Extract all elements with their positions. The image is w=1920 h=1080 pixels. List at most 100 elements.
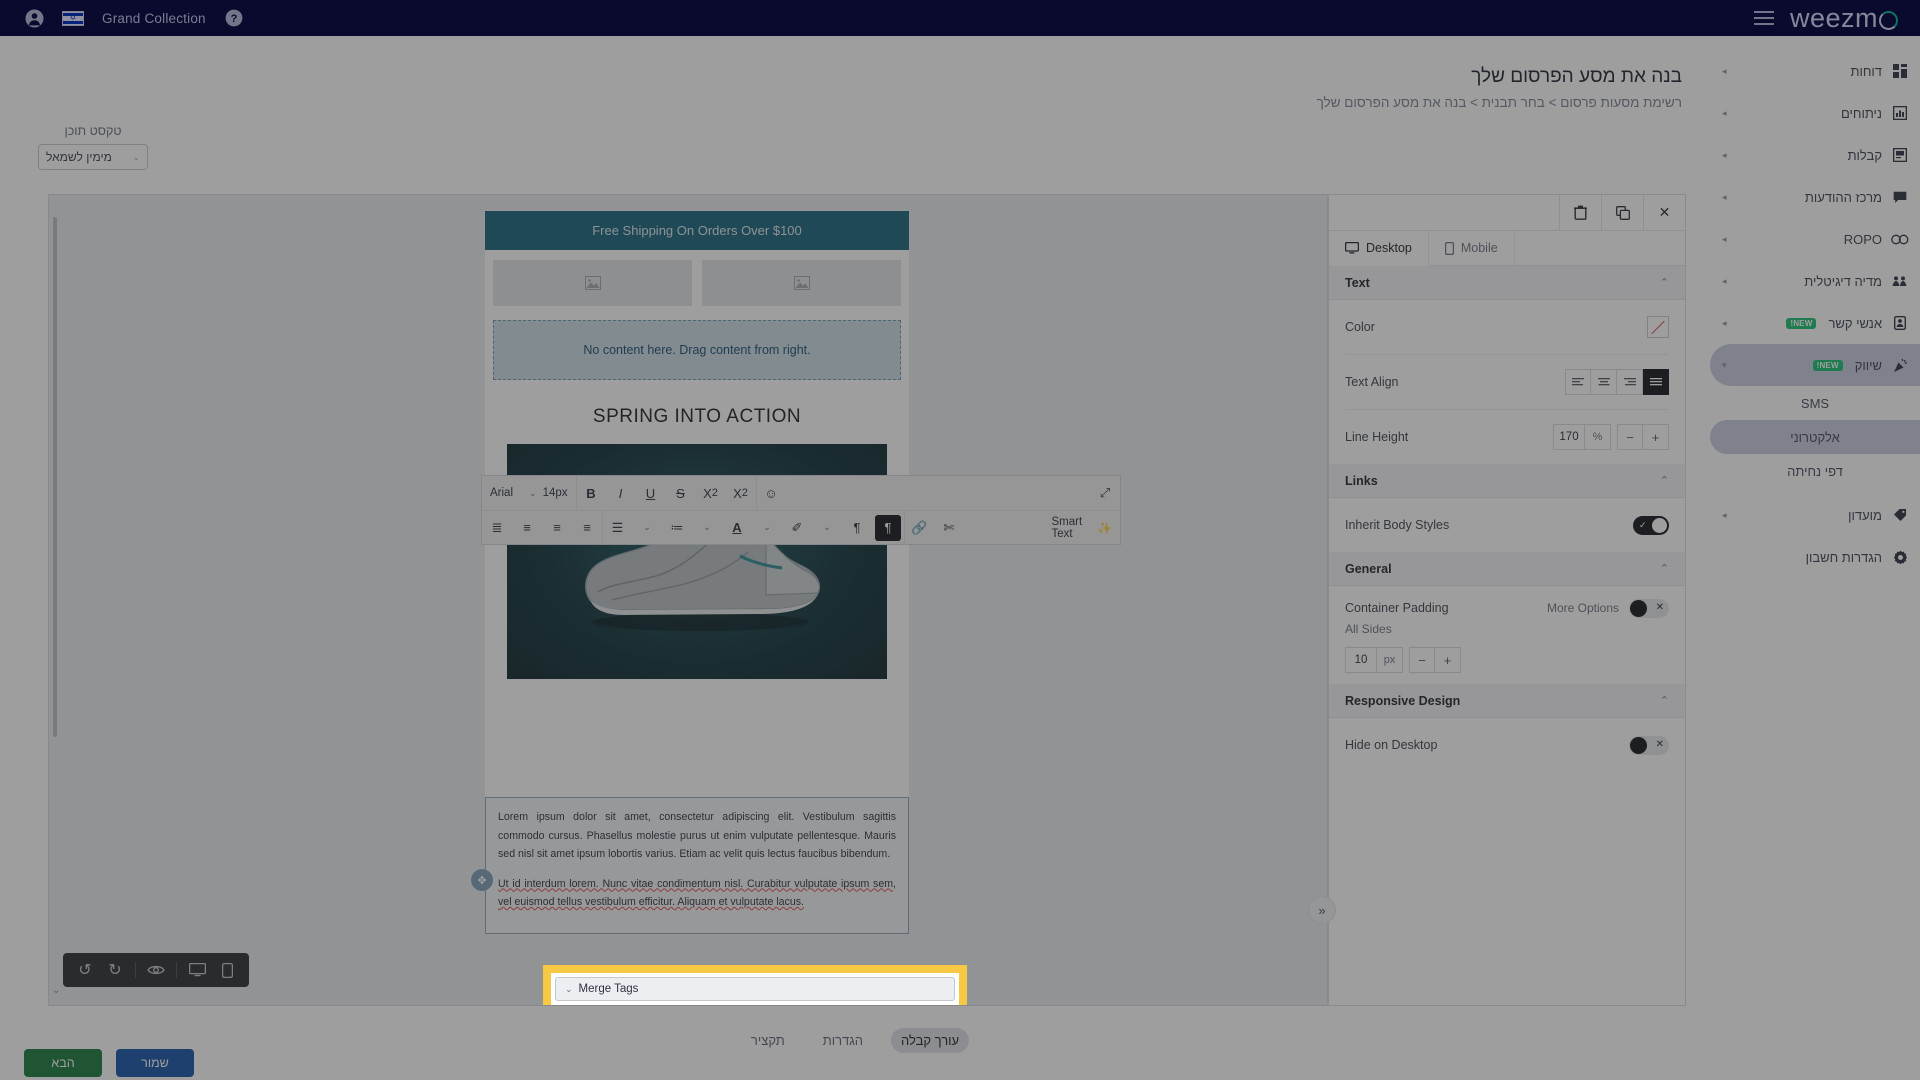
- sidebar-item-ropo[interactable]: ROPO ◂: [1710, 218, 1920, 260]
- editor-float-toolbar[interactable]: ↺ ↻: [63, 953, 249, 987]
- align-justify-button[interactable]: [1643, 369, 1669, 395]
- section-text-header[interactable]: Text ⌃: [1329, 266, 1685, 300]
- redo-icon[interactable]: ↻: [101, 953, 129, 987]
- email-editor-canvas[interactable]: ⌄ Free Shipping On Orders Over $100 .No …: [48, 194, 1328, 1006]
- image-placeholder-icon[interactable]: [493, 260, 692, 306]
- help-circle-icon[interactable]: ?: [224, 8, 244, 28]
- align-right-button[interactable]: [1617, 369, 1643, 395]
- more-options-label: More Options: [1546, 601, 1619, 615]
- font-family-select[interactable]: Arial: [482, 476, 521, 510]
- padding-decrement[interactable]: −: [1409, 647, 1435, 673]
- clear-format-icon[interactable]: ✄: [934, 511, 964, 545]
- highlight-color-icon[interactable]: ✐: [782, 511, 812, 545]
- padding-increment[interactable]: +: [1435, 647, 1461, 673]
- sidebar-item-analytics[interactable]: ניתוחים ◂: [1710, 92, 1920, 134]
- sidebar-item-account-settings[interactable]: הגדרות חשבון: [1710, 536, 1920, 578]
- collapse-panel-button[interactable]: »: [1308, 896, 1336, 924]
- rtl-direction-icon[interactable]: ¶: [875, 514, 901, 541]
- undo-icon[interactable]: ↺: [71, 953, 99, 987]
- promo-banner[interactable]: Free Shipping On Orders Over $100: [485, 211, 909, 250]
- tab-receipt-editor[interactable]: עורך קבלה: [890, 1028, 970, 1053]
- sidebar-item-marketing[interactable]: שיווק NEW! ▾: [1710, 344, 1920, 386]
- hide-on-desktop-toggle[interactable]: ✕: [1629, 735, 1669, 755]
- bold-icon[interactable]: B: [575, 476, 606, 510]
- tab-settings[interactable]: הגדרות: [813, 1028, 873, 1053]
- drop-zone[interactable]: .No content here. Drag content from righ…: [493, 320, 901, 380]
- underline-icon[interactable]: U: [636, 476, 666, 510]
- chevron-left-icon: ◂: [1722, 65, 1727, 76]
- align-justify-icon[interactable]: ≣: [482, 511, 512, 545]
- sidebar-subitem-sms[interactable]: SMS: [1710, 386, 1920, 420]
- canvas-scrollbar[interactable]: [53, 203, 57, 983]
- text-color-swatch[interactable]: [1647, 316, 1669, 338]
- line-height-increment[interactable]: +: [1643, 424, 1669, 450]
- more-options-toggle[interactable]: ✕: [1629, 598, 1669, 618]
- marketing-icon: [1890, 358, 1910, 373]
- align-right-icon[interactable]: ≡: [542, 511, 572, 545]
- chevron-down-icon[interactable]: ⌄: [692, 511, 722, 545]
- format-painter-icon[interactable]: ⤢: [1090, 476, 1120, 510]
- drag-handle-icon[interactable]: ✥: [471, 869, 493, 891]
- ordered-list-icon[interactable]: ≔: [662, 511, 692, 545]
- desktop-view-icon[interactable]: [183, 953, 211, 987]
- sidebar-item-reports[interactable]: דוחות ◂: [1710, 50, 1920, 92]
- section-links-header[interactable]: Links ⌃: [1329, 464, 1685, 498]
- preview-eye-icon[interactable]: [142, 953, 170, 987]
- sidebar-subitem-landing-pages[interactable]: דפי נחיתה: [1710, 454, 1920, 488]
- sidebar-item-contacts[interactable]: אנשי קשר NEW! ◂: [1710, 302, 1920, 344]
- text-content-block[interactable]: Lorem ipsum dolor sit amet, consectetur …: [485, 797, 909, 934]
- unordered-list-icon[interactable]: ☰: [602, 510, 632, 545]
- align-center-button[interactable]: [1591, 369, 1617, 395]
- save-button[interactable]: שמור: [116, 1049, 194, 1077]
- sidebar-item-digital-media[interactable]: מדיה דיגיטלית ◂: [1710, 260, 1920, 302]
- link-icon[interactable]: 🔗: [904, 510, 934, 545]
- font-color-icon[interactable]: A: [722, 511, 752, 545]
- chevron-down-icon[interactable]: ⌄: [812, 511, 842, 545]
- email-headline[interactable]: SPRING INTO ACTION: [485, 380, 909, 444]
- image-placeholder-icon[interactable]: [702, 260, 901, 306]
- sidebar-item-receipts[interactable]: קבלות ◂: [1710, 134, 1920, 176]
- delete-button[interactable]: [1559, 195, 1601, 230]
- tab-desktop[interactable]: Desktop: [1329, 231, 1429, 266]
- chevron-down-icon[interactable]: ⌄: [632, 511, 662, 545]
- section-general-header[interactable]: General ⌃: [1329, 552, 1685, 586]
- align-center-icon[interactable]: ≡: [512, 511, 542, 545]
- align-left-button[interactable]: [1565, 369, 1591, 395]
- row-text-color: Color: [1329, 300, 1685, 354]
- next-button[interactable]: הבא: [24, 1049, 102, 1077]
- infinity-icon: [1890, 234, 1910, 245]
- duplicate-button[interactable]: [1601, 195, 1643, 230]
- line-height-decrement[interactable]: −: [1617, 424, 1643, 450]
- smart-text-button[interactable]: Smart Text ✨: [1043, 516, 1120, 540]
- line-height-input[interactable]: 170: [1553, 424, 1585, 450]
- emoji-icon[interactable]: ☺: [755, 476, 786, 510]
- sidebar-item-message-center[interactable]: מרכז ההודעות ◂: [1710, 176, 1920, 218]
- superscript-icon[interactable]: X2: [696, 476, 726, 510]
- padding-input[interactable]: 10: [1345, 647, 1377, 673]
- align-left-icon[interactable]: ≡: [572, 511, 602, 545]
- ltr-direction-icon[interactable]: ¶: [842, 511, 872, 545]
- page-root: בנה את מסע הפרסום שלך רשימת מסעות פרסום …: [0, 36, 1710, 1080]
- merge-tags-button[interactable]: ⌄ Merge Tags: [555, 977, 955, 1001]
- text-direction-dropdown[interactable]: ⌄ מימין לשמאל: [38, 144, 148, 170]
- tab-summary[interactable]: תקציר: [741, 1028, 795, 1053]
- text-color-label: Color: [1345, 320, 1375, 334]
- rich-text-toolbar[interactable]: Arial ⌄ 14px B I U S X2 X2 ☺ ⤢ ≣ ≡ ≡ ≡ ☰…: [481, 475, 1121, 545]
- sidebar-subitem-email[interactable]: אלקטרוני: [1710, 420, 1920, 454]
- sidebar-item-club[interactable]: מועדון ◂: [1710, 494, 1920, 536]
- hamburger-menu-icon[interactable]: [1753, 11, 1774, 25]
- inherit-body-styles-toggle[interactable]: ✓: [1633, 515, 1669, 535]
- strikethrough-icon[interactable]: S: [666, 476, 696, 510]
- subscript-icon[interactable]: X2: [726, 476, 756, 510]
- chevron-down-icon[interactable]: ⌄: [752, 511, 782, 545]
- section-general-title: General: [1345, 561, 1392, 576]
- mobile-view-icon[interactable]: [213, 953, 241, 987]
- tab-mobile[interactable]: Mobile: [1429, 231, 1515, 265]
- close-button[interactable]: ✕: [1643, 195, 1685, 230]
- account-circle-icon[interactable]: [24, 8, 44, 28]
- section-responsive-header[interactable]: Responsive Design ⌃: [1329, 684, 1685, 718]
- receipts-icon: [1890, 148, 1910, 162]
- font-size-select[interactable]: ⌄ 14px: [521, 476, 575, 510]
- chevron-up-icon: ⌃: [1659, 695, 1669, 707]
- italic-icon[interactable]: I: [606, 476, 636, 510]
